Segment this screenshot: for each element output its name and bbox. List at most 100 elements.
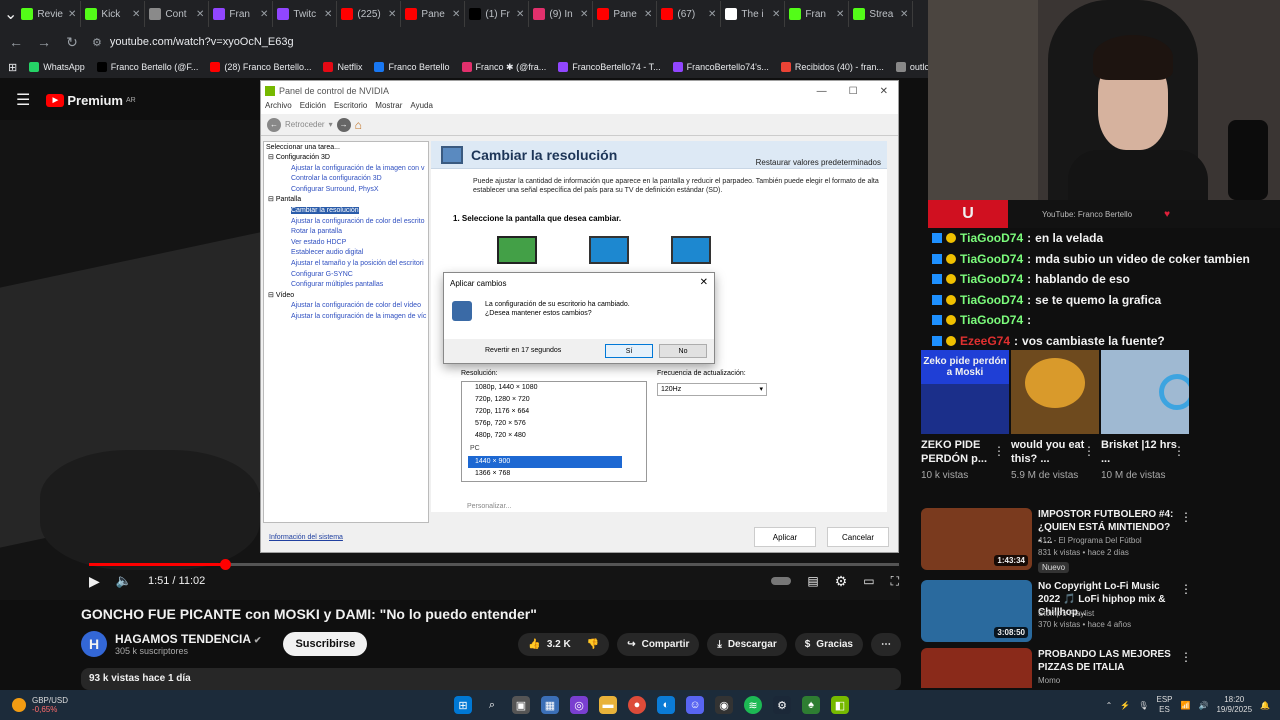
- video-progress-bar[interactable]: [89, 559, 899, 570]
- minimize-icon[interactable]: —: [817, 86, 827, 97]
- browser-tab[interactable]: Revie ✕: [17, 1, 82, 27]
- bookmark[interactable]: outlook: [895, 62, 928, 72]
- browser-tab[interactable]: (67) ✕: [657, 1, 722, 27]
- bookmark[interactable]: FrancoBertello74 - T...: [558, 62, 661, 72]
- recommended-video[interactable]: PROBANDO LAS MEJORES PIZZAS DE ITALIA Mo…: [921, 648, 1189, 688]
- close-icon[interactable]: ✕: [708, 9, 716, 20]
- short-title[interactable]: would you eat this? ...: [1011, 438, 1089, 466]
- bookmark[interactable]: (28) Franco Bertello...: [210, 62, 311, 72]
- tree-item[interactable]: Controlar la configuración 3D: [264, 174, 428, 185]
- close-icon[interactable]: ✕: [900, 9, 908, 20]
- mic-icon[interactable]: 🎙: [1138, 701, 1148, 710]
- network-icon[interactable]: ⚡: [1120, 701, 1130, 710]
- close-icon[interactable]: ✕: [700, 277, 708, 288]
- share-button[interactable]: ↪ Compartir: [617, 632, 700, 656]
- short-thumbnail[interactable]: [1101, 350, 1189, 434]
- nvidia-taskbar-icon[interactable]: ◧: [831, 696, 849, 714]
- settings-gear-icon[interactable]: ⚙: [835, 573, 848, 590]
- youtube-logo[interactable]: ▶ Premium AR: [46, 93, 136, 108]
- resolution-option[interactable]: 1366 × 768: [462, 468, 646, 480]
- thanks-button[interactable]: $ Gracias: [794, 632, 863, 656]
- tree-item[interactable]: Ajustar la configuración de color del es…: [264, 217, 428, 228]
- video-thumbnail[interactable]: 3:08:50: [921, 580, 1032, 642]
- close-icon[interactable]: ✕: [644, 9, 652, 20]
- browser-tab[interactable]: Fran ✕: [209, 1, 274, 27]
- window-titlebar[interactable]: Panel de control de NVIDIA — ☐ ✕: [261, 81, 898, 101]
- file-explorer-icon[interactable]: ▬: [599, 696, 617, 714]
- wifi-icon[interactable]: 📶: [1181, 701, 1191, 710]
- subtitles-icon[interactable]: ▤: [807, 574, 818, 588]
- steam-icon[interactable]: ⚙: [773, 696, 791, 714]
- video-thumbnail[interactable]: [921, 648, 1032, 688]
- description-box[interactable]: 93 k vistas hace 1 día: [81, 668, 901, 690]
- progress-scrubber[interactable]: [220, 559, 232, 570]
- close-icon[interactable]: ✕: [452, 9, 460, 20]
- resolution-option[interactable]: 720p, 1176 × 664: [462, 406, 646, 418]
- short-title[interactable]: ZEKO PIDE PERDÓN p...: [921, 438, 999, 466]
- tab-search-icon[interactable]: ⌄: [4, 4, 17, 24]
- app-icon[interactable]: ◎: [570, 696, 588, 714]
- tree-item[interactable]: Configurar múltiples pantallas: [264, 280, 428, 291]
- bookmark[interactable]: Netflix: [323, 62, 362, 72]
- cancel-button[interactable]: Cancelar: [827, 527, 889, 547]
- close-icon[interactable]: ✕: [880, 86, 888, 97]
- menu-edición[interactable]: Edición: [300, 101, 326, 114]
- language-indicator[interactable]: ESP ES: [1156, 695, 1172, 715]
- subscribe-button[interactable]: Suscribirse: [283, 632, 368, 656]
- menu-ayuda[interactable]: Ayuda: [410, 101, 433, 114]
- speaker-icon[interactable]: 🔊: [1198, 701, 1208, 710]
- menu-mostrar[interactable]: Mostrar: [375, 101, 402, 114]
- tree-item[interactable]: Ajustar la configuración de color del ví…: [264, 301, 428, 312]
- resolution-option[interactable]: 1080p, 1440 × 1080: [462, 382, 646, 394]
- bookmark[interactable]: Franco Bertello (@F...: [96, 62, 198, 72]
- resolution-option[interactable]: 576p, 720 × 576: [462, 418, 646, 430]
- tree-item[interactable]: Ajustar el tamaño y la posición del escr…: [264, 259, 428, 270]
- reload-icon[interactable]: ↻: [64, 34, 80, 51]
- chevron-up-icon[interactable]: ⌃: [1106, 701, 1113, 710]
- back-label[interactable]: Retroceder: [285, 120, 325, 129]
- apps-grid-icon[interactable]: ⊞: [8, 61, 17, 74]
- short-title[interactable]: Brisket |12 hrs ...: [1101, 438, 1179, 466]
- autoplay-toggle[interactable]: [771, 577, 792, 585]
- maximize-icon[interactable]: ☐: [849, 86, 858, 97]
- kebab-menu-icon[interactable]: ⋮: [1180, 650, 1189, 664]
- forward-arrow-icon[interactable]: →: [36, 34, 52, 50]
- close-icon[interactable]: ✕: [388, 9, 396, 20]
- channel-avatar[interactable]: H: [81, 631, 107, 657]
- short-thumbnail[interactable]: Zeko pide perdón a Moski: [921, 350, 1009, 434]
- spotify-icon[interactable]: ≋: [744, 696, 762, 714]
- bookmark[interactable]: Recibidos (40) - fran...: [780, 62, 884, 72]
- widgets-icon[interactable]: ▦: [541, 696, 559, 714]
- refresh-rate-select[interactable]: 120Hz ▾: [657, 383, 767, 396]
- tree-item[interactable]: Rotar la pantalla: [264, 227, 428, 238]
- tree-category[interactable]: ⊟ Configuración 3D: [264, 153, 428, 164]
- browser-tab[interactable]: Pane ✕: [401, 1, 466, 27]
- kebab-menu-icon[interactable]: ⋮: [1180, 510, 1192, 524]
- home-icon[interactable]: ⌂: [355, 118, 362, 132]
- task-view-icon[interactable]: ▣: [512, 696, 530, 714]
- bookmark[interactable]: Franco ✱ (@fra...: [461, 62, 546, 73]
- game-icon[interactable]: ♠: [802, 696, 820, 714]
- recommended-video[interactable]: 1:43:34 IMPOSTOR FUTBOLERO #4: ¿QUIEN ES…: [921, 508, 1192, 578]
- edge-icon[interactable]: ◐: [657, 696, 675, 714]
- browser-tab[interactable]: Kick ✕: [81, 1, 146, 27]
- stock-widget[interactable]: GBP/USD -0,65%: [0, 696, 420, 714]
- bookmark[interactable]: Franco Bertello: [374, 62, 450, 72]
- more-actions-icon[interactable]: ⋯: [871, 632, 901, 656]
- bookmark[interactable]: FrancoBertello74's...: [672, 62, 769, 72]
- tree-item[interactable]: Configurar G-SYNC: [264, 270, 428, 281]
- close-icon[interactable]: ✕: [196, 9, 204, 20]
- tree-item[interactable]: Ajustar la configuración de la imagen de…: [264, 312, 428, 323]
- search-icon[interactable]: ⌕: [483, 696, 501, 714]
- restore-defaults-link[interactable]: Restaurar valores predeterminados: [756, 158, 887, 168]
- browser-tab[interactable]: The i ✕: [721, 1, 786, 27]
- tree-category[interactable]: ⊟ Pantalla: [264, 195, 428, 206]
- discord-icon[interactable]: ☺: [686, 696, 704, 714]
- apply-button[interactable]: Aplicar: [754, 527, 816, 547]
- hamburger-menu-icon[interactable]: ☰: [16, 90, 30, 110]
- resolution-option[interactable]: 1440 × 900: [468, 456, 622, 468]
- recommended-video[interactable]: 3:08:50 No Copyright Lo-Fi Music 2022 🎵 …: [921, 580, 1192, 650]
- close-icon[interactable]: ✕: [580, 9, 588, 20]
- menu-escritorio[interactable]: Escritorio: [334, 101, 367, 114]
- tree-item[interactable]: Establecer audio digital: [264, 248, 428, 259]
